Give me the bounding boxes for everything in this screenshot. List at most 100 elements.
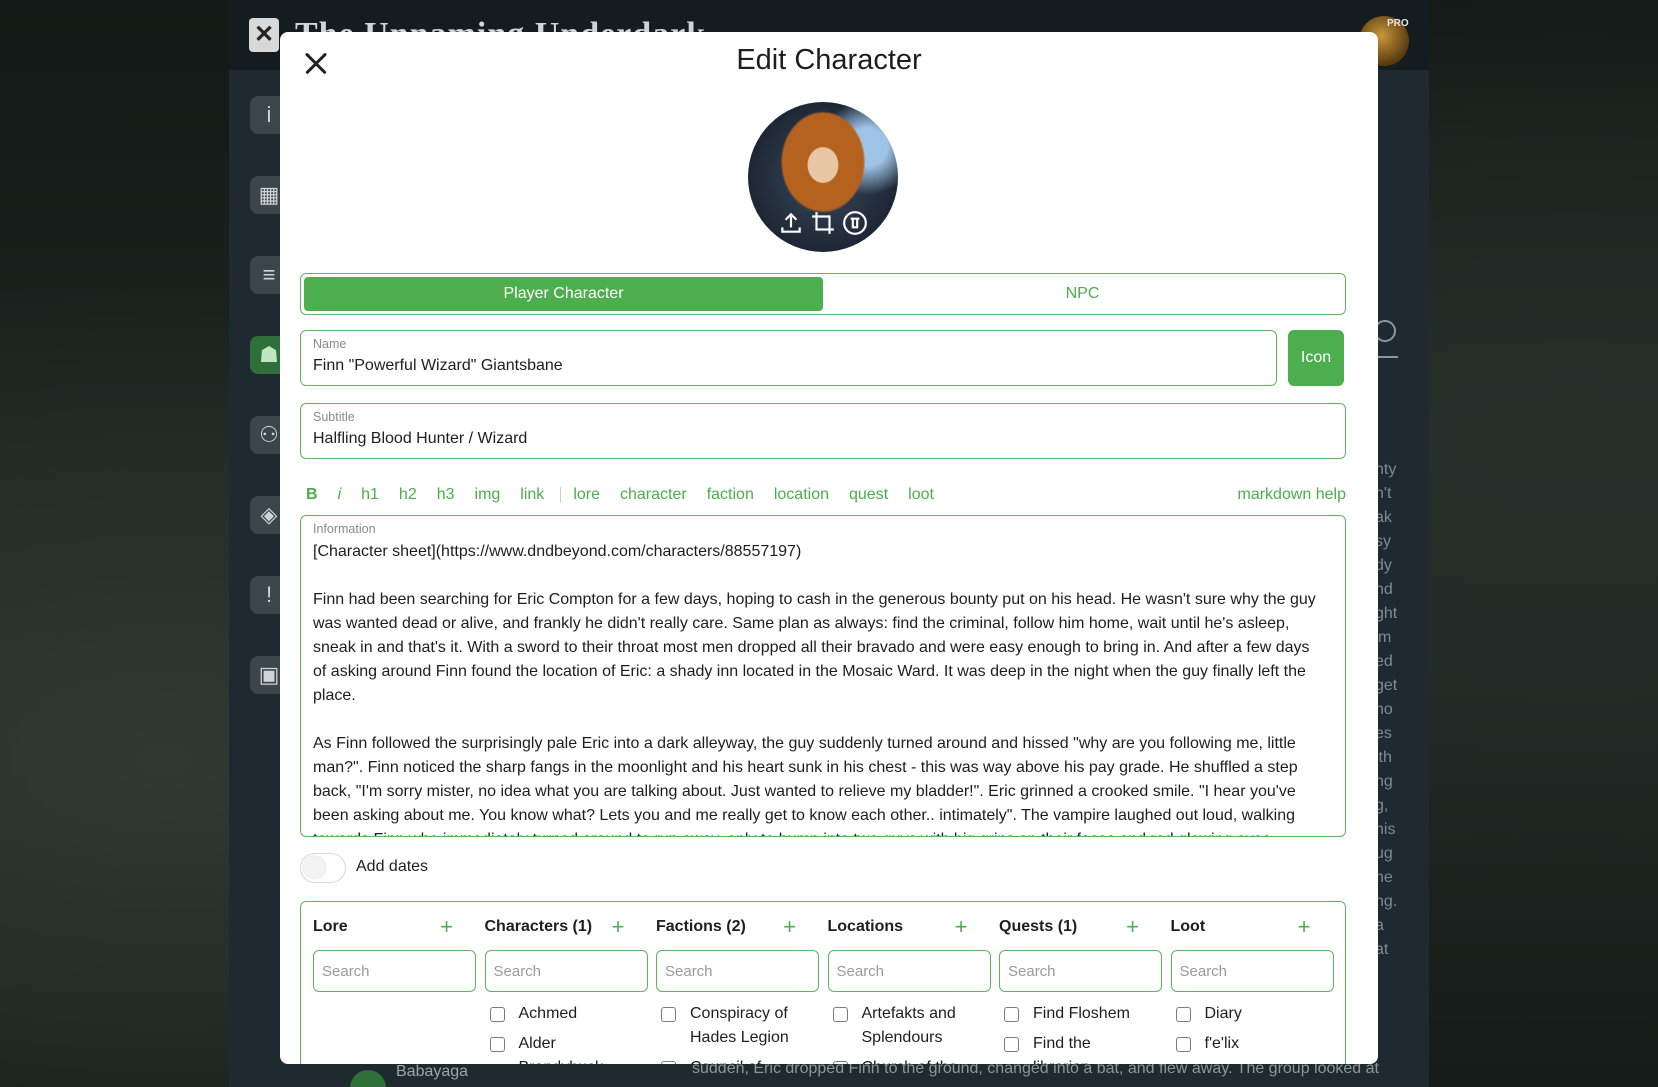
list-item[interactable]: Artefakts and Splendours bbox=[828, 1002, 980, 1050]
list-item[interactable]: Find the librarian bbox=[999, 1032, 1151, 1064]
markdown-toolbar: B i h1 h2 h3 img link lore character fac… bbox=[306, 482, 1346, 508]
list-item[interactable]: Conspiracy of Hades Legion bbox=[656, 1002, 808, 1050]
list-item-label: Church of the bbox=[862, 1056, 958, 1064]
background-text-fragment: ed bbox=[1375, 653, 1393, 670]
link-column-factions: Factions (2)+Conspiracy of Hades LegionC… bbox=[644, 902, 819, 1064]
name-value[interactable]: Finn "Powerful Wizard" Giantsbane bbox=[313, 357, 563, 375]
background-text-fragment: get bbox=[1375, 677, 1398, 694]
list-item[interactable]: Find Floshem bbox=[999, 1002, 1151, 1026]
app-logo-icon: ✕ bbox=[249, 18, 279, 52]
link-column-header: Locations + bbox=[828, 916, 968, 938]
background-text-fragment: n't bbox=[1375, 485, 1392, 502]
information-field[interactable]: Information [Character sheet](https://ww… bbox=[300, 515, 1346, 837]
icon-button[interactable]: Icon bbox=[1288, 330, 1344, 386]
h1-button[interactable]: h1 bbox=[361, 486, 379, 504]
link-button[interactable]: link bbox=[520, 486, 544, 504]
h2-button[interactable]: h2 bbox=[399, 486, 417, 504]
subtitle-value[interactable]: Halfling Blood Hunter / Wizard bbox=[313, 430, 527, 448]
background-text-fragment: a bbox=[1375, 917, 1384, 934]
link-column-title: Quests (1) bbox=[999, 918, 1078, 935]
delete-image-icon[interactable] bbox=[842, 210, 868, 236]
add-dates-label: Add dates bbox=[356, 858, 429, 875]
name-field[interactable]: Name Finn "Powerful Wizard" Giantsbane bbox=[300, 330, 1277, 386]
insert-faction-button[interactable]: faction bbox=[707, 486, 754, 504]
add-icon[interactable]: + bbox=[1298, 916, 1311, 938]
background-text-fragment: his bbox=[1375, 821, 1396, 838]
checkbox[interactable] bbox=[832, 1061, 848, 1064]
characters-search-input[interactable] bbox=[484, 950, 648, 992]
add-icon[interactable]: + bbox=[955, 916, 968, 938]
background-text-fragment: nd bbox=[1375, 581, 1393, 598]
checkbox[interactable] bbox=[489, 1037, 505, 1052]
background-text-fragment: ght bbox=[1375, 605, 1398, 622]
quests-search-input[interactable] bbox=[999, 950, 1162, 992]
list-item[interactable]: Council of Alders bbox=[656, 1056, 808, 1064]
background-text-fragment: 'm bbox=[1375, 629, 1392, 646]
list-item[interactable]: Foldable Boat bbox=[1171, 1062, 1323, 1064]
add-icon[interactable]: + bbox=[783, 916, 796, 938]
add-icon[interactable]: + bbox=[1126, 916, 1139, 938]
checkbox[interactable] bbox=[489, 1007, 505, 1022]
insert-character-button[interactable]: character bbox=[620, 486, 687, 504]
link-column-header: Lore + bbox=[313, 916, 453, 938]
link-column-title: Characters (1) bbox=[484, 918, 593, 935]
list-item[interactable]: Alder Brandybuck bbox=[485, 1032, 637, 1064]
insert-lore-button[interactable]: lore bbox=[573, 486, 600, 504]
type-option-npc[interactable]: NPC bbox=[823, 277, 1342, 311]
list-item-label: Council of Alders bbox=[690, 1056, 808, 1064]
list-item-label: Foldable Boat bbox=[1205, 1062, 1304, 1064]
background-text-fragment: sy bbox=[1375, 533, 1391, 550]
type-option-player-character[interactable]: Player Character bbox=[304, 277, 823, 311]
checkbox[interactable] bbox=[1004, 1037, 1019, 1052]
h3-button[interactable]: h3 bbox=[437, 486, 455, 504]
insert-loot-button[interactable]: loot bbox=[908, 486, 934, 504]
add-icon[interactable]: + bbox=[612, 916, 625, 938]
list-item[interactable]: Church of the bbox=[828, 1056, 980, 1064]
link-column-locations: Locations + Artefakts and Splendours Church… bbox=[816, 902, 991, 1064]
checkbox[interactable] bbox=[1004, 1007, 1019, 1022]
list-item[interactable]: Achmed bbox=[485, 1002, 637, 1026]
checkbox[interactable] bbox=[1175, 1037, 1191, 1052]
loot-search-input[interactable] bbox=[1170, 950, 1334, 992]
linked-entities-panel: Lore + Characters (1) + Achmed Alder Brandybu… bbox=[300, 901, 1346, 1064]
subtitle-label: Subtitle bbox=[313, 410, 355, 424]
link-list: Find FloshemFind the librarianFree the M… bbox=[999, 1002, 1151, 1064]
factions-search-input[interactable] bbox=[656, 950, 819, 992]
checkbox[interactable] bbox=[661, 1007, 676, 1022]
pro-badge: PRO bbox=[1387, 18, 1409, 29]
checkbox[interactable] bbox=[832, 1007, 848, 1022]
list-item[interactable]: Diary bbox=[1171, 1002, 1323, 1026]
subtitle-field[interactable]: Subtitle Halfling Blood Hunter / Wizard bbox=[300, 403, 1346, 459]
checkbox[interactable] bbox=[1175, 1007, 1191, 1022]
add-icon[interactable]: + bbox=[440, 916, 453, 938]
link-column-characters: Characters (1)+AchmedAlder BrandybuckAld… bbox=[473, 902, 648, 1064]
italic-button[interactable]: i bbox=[338, 486, 342, 504]
list-item[interactable]: f'e'lix bbox=[1171, 1032, 1323, 1056]
link-column-lore: Lore + bbox=[301, 902, 476, 1064]
crop-icon[interactable] bbox=[810, 210, 836, 236]
link-column-loot: Loot + Diary f'e'lix Foldable Boat bbox=[1159, 902, 1334, 1064]
insert-location-button[interactable]: location bbox=[774, 486, 829, 504]
information-paragraph: As Finn followed the surprisingly pale E… bbox=[313, 735, 1298, 836]
locations-search-input[interactable] bbox=[827, 950, 991, 992]
link-list: Conspiracy of Hades Legion Council of Ald… bbox=[656, 1002, 808, 1064]
background-text-fragment: ho bbox=[1375, 701, 1393, 718]
markdown-help-link[interactable]: markdown help bbox=[1238, 486, 1347, 504]
link-column-header: Factions (2) + bbox=[656, 916, 796, 938]
list-item-label: Diary bbox=[1204, 1005, 1242, 1022]
list-item-label: f'e'lix bbox=[1204, 1035, 1240, 1052]
checkbox[interactable] bbox=[661, 1061, 676, 1064]
img-button[interactable]: img bbox=[475, 486, 501, 504]
background-text-fragment: ug bbox=[1375, 845, 1393, 862]
upload-icon[interactable] bbox=[778, 210, 804, 236]
link-column-header: Quests (1) + bbox=[999, 916, 1139, 938]
insert-quest-button[interactable]: quest bbox=[849, 486, 888, 504]
list-item-label: Conspiracy of Hades Legion bbox=[690, 1005, 789, 1046]
information-textarea[interactable]: [Character sheet](https://www.dndbeyond.… bbox=[313, 540, 1325, 836]
link-column-header: Loot + bbox=[1171, 916, 1311, 938]
background-text-fragment: at bbox=[1375, 941, 1389, 958]
bold-button[interactable]: B bbox=[306, 486, 318, 504]
lore-search-input[interactable] bbox=[313, 950, 476, 992]
background-text-fragment: ng. bbox=[1375, 893, 1398, 910]
add-dates-toggle[interactable] bbox=[300, 853, 346, 883]
